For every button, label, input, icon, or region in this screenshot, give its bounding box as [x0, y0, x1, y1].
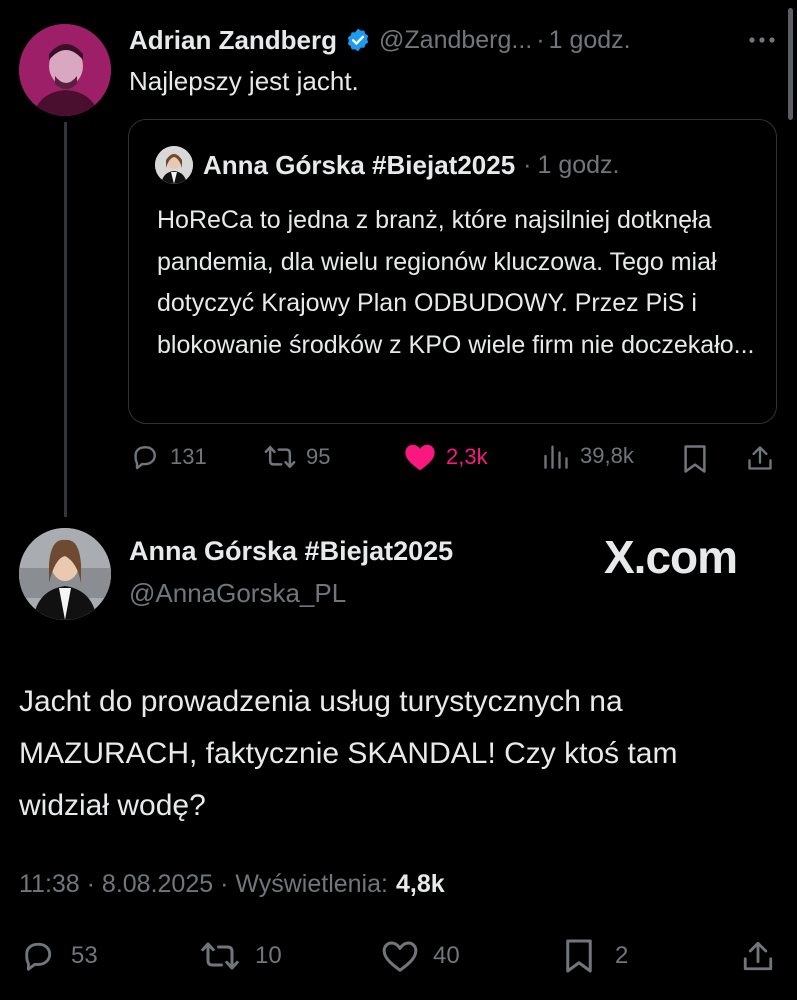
- reply-count: 131: [170, 444, 207, 469]
- main-repost-button[interactable]: 10: [199, 938, 282, 974]
- quoted-post-card[interactable]: Anna Górska #Biejat2025 · 1 godz. HoReCa…: [128, 119, 777, 424]
- repost-icon: [201, 942, 239, 970]
- bookmark-icon[interactable]: [682, 444, 708, 474]
- reply-icon: [25, 942, 52, 971]
- main-avatar-photo: [19, 528, 111, 620]
- avatar-photo: [19, 24, 111, 116]
- thread-line: [64, 122, 67, 517]
- main-like-count: 40: [433, 942, 460, 969]
- main-repost-count: 10: [255, 942, 282, 969]
- main-bookmark-button[interactable]: 2: [563, 938, 628, 974]
- views-icon: [544, 445, 568, 469]
- reply-action-bar: 131 95 2,3k 39,8k: [128, 440, 778, 480]
- separator-dot: ·: [523, 150, 532, 179]
- main-author-handle[interactable]: @AnnaGorska_PL: [129, 578, 346, 609]
- like-icon: [382, 941, 418, 972]
- share-icon[interactable]: [746, 443, 774, 473]
- verified-icon: [345, 27, 371, 53]
- main-post-meta: 11:38 · 8.08.2025 · Wyświetlenia: 4,8k: [19, 870, 445, 899]
- watermark-logo: X.com: [604, 531, 738, 583]
- author-handle[interactable]: @Zandberg...: [379, 26, 532, 55]
- quoted-text: HoReCa to jedna z branż, które najsilnie…: [157, 206, 755, 359]
- author-name[interactable]: Adrian Zandberg: [129, 25, 337, 56]
- bookmark-icon: [566, 939, 592, 973]
- quoted-header: Anna Górska #Biejat2025 · 1 godz.: [155, 146, 620, 184]
- views-button[interactable]: 39,8k: [542, 442, 634, 470]
- main-like-button[interactable]: 40: [381, 938, 460, 974]
- quoted-time[interactable]: 1 godz.: [537, 151, 619, 180]
- view-count: 4,8k: [395, 870, 445, 898]
- main-bookmark-count: 2: [615, 942, 629, 969]
- repost-button[interactable]: 95: [264, 442, 330, 472]
- post-timestamp[interactable]: 11:38 · 8.08.2025 · Wyświetlenia:: [19, 870, 388, 899]
- repost-count: 95: [306, 444, 331, 469]
- quoted-avatar-photo: [155, 146, 193, 184]
- main-reply-count: 53: [71, 942, 98, 969]
- views-count: 39,8k: [580, 443, 634, 468]
- like-icon: [405, 444, 435, 471]
- more-icon[interactable]: [746, 26, 778, 54]
- main-avatar[interactable]: [19, 528, 111, 620]
- reply-icon: [134, 446, 156, 470]
- quoted-author-name[interactable]: Anna Górska #Biejat2025: [203, 150, 515, 181]
- repost-icon: [264, 445, 296, 469]
- main-post-text: Jacht do prowadzenia usług turystycznych…: [19, 685, 678, 822]
- main-share-icon[interactable]: [741, 938, 775, 974]
- reply-header: Adrian Zandberg @Zandberg... · 1 godz.: [129, 20, 631, 60]
- separator-dot: ·: [536, 25, 545, 54]
- quoted-avatar: [155, 146, 193, 184]
- reply-button[interactable]: 131: [130, 442, 207, 472]
- scrollbar[interactable]: [788, 8, 793, 120]
- main-reply-button[interactable]: 53: [19, 938, 98, 974]
- reply-text: Najlepszy jest jacht.: [129, 66, 359, 96]
- like-button[interactable]: 2,3k: [404, 442, 488, 472]
- main-action-bar: 53 10 40 2: [19, 936, 779, 980]
- avatar[interactable]: [19, 24, 111, 116]
- main-author-name[interactable]: Anna Górska #Biejat2025: [129, 536, 453, 567]
- post-time[interactable]: 1 godz.: [549, 26, 631, 55]
- like-count: 2,3k: [446, 444, 488, 469]
